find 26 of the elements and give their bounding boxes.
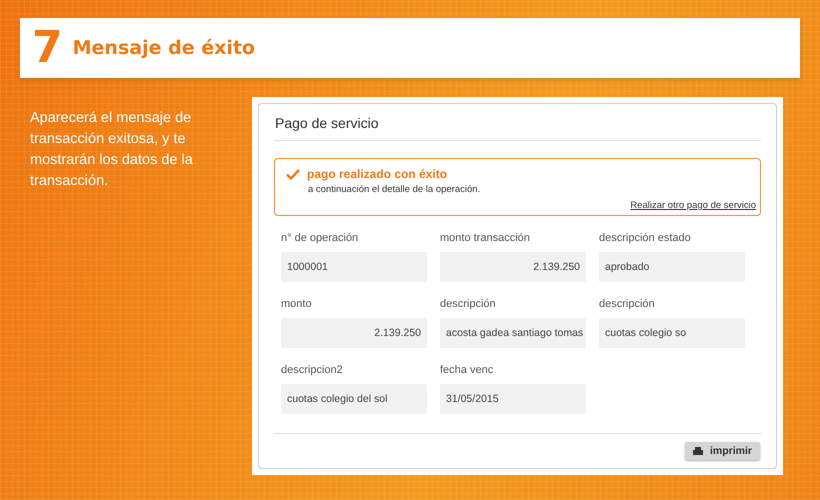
printer-icon — [692, 446, 703, 456]
field-label: descripcion2 — [281, 364, 344, 378]
field-label: n° de operación — [281, 232, 360, 246]
output-field: acosta gadea santiago tomas — [440, 318, 586, 348]
output-field: 2.139.250 — [440, 252, 586, 282]
description-text: Aparecerá el mensaje de transacción exitosa, y te mostrarán los datos de la transacción. — [30, 109, 194, 191]
alert-title: pago realizado con éxito — [307, 167, 448, 181]
field-label: descripción — [599, 298, 656, 312]
alert-text: a continuación el detalle de la operación. — [308, 184, 482, 195]
output-field: 2.139.250 — [281, 318, 427, 348]
field-label: monto — [281, 298, 313, 312]
print-button[interactable]: imprimir — [684, 442, 760, 460]
check-icon — [286, 168, 300, 180]
field-label: monto transacción — [440, 232, 531, 246]
step-title: Mensaje de éxito — [72, 37, 255, 59]
output-field: 31/05/2015 — [440, 384, 586, 414]
output-field: 1000001 — [281, 252, 427, 282]
field-label: descripción estado — [599, 232, 692, 246]
output-field: aprobado — [599, 252, 745, 282]
panel-title: Pago de servicio — [274, 104, 761, 141]
field-label: fecha venc — [440, 364, 494, 378]
output-field: cuotas colegio del sol — [281, 384, 427, 414]
new-payment-link[interactable]: Realizar otro pago de servicio — [630, 200, 756, 211]
output-field: cuotas colegio so — [599, 318, 745, 348]
step-number: 7 — [32, 26, 63, 70]
field-label: descripción — [440, 298, 497, 312]
